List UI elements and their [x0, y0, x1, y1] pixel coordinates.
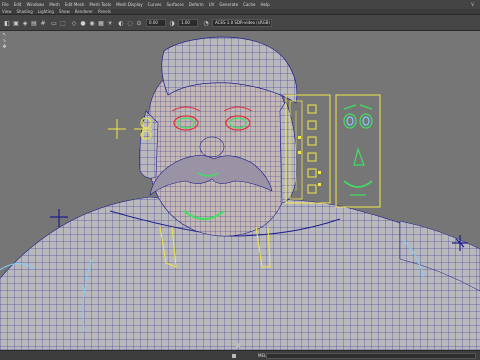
viewport-scene	[0, 36, 480, 350]
isolate-select-icon[interactable]: ⊙	[135, 18, 143, 28]
bookmark-icon[interactable]: ◈	[21, 18, 29, 28]
main-menubar: File Edit Windows Mesh Edit Mesh Mesh To…	[0, 0, 480, 9]
menu-deform[interactable]: Deform	[189, 2, 204, 7]
viewport-toolbar: ◧ ▣ ◈ ▤ # ▭ ⬚ ◇ ● ◉ ▦ ☀ ◐ ◌ ⊙ 0.00 ◑ 1.0…	[0, 15, 480, 31]
3d-viewport[interactable]	[0, 31, 480, 350]
picker-nose	[353, 146, 365, 166]
picker-eye-rings	[343, 113, 373, 129]
smooth-shade-icon[interactable]: ●	[79, 18, 87, 28]
menu-mesh[interactable]: Mesh	[49, 2, 60, 7]
menu-uv[interactable]: UV	[209, 2, 215, 7]
panel-menu-lighting[interactable]: Lighting	[38, 9, 54, 14]
menu-help[interactable]: Help	[261, 2, 270, 7]
menu-edit[interactable]: Edit	[14, 2, 22, 7]
character-ear-flap-left	[139, 110, 159, 179]
window-letter: V	[471, 2, 474, 7]
picker-brow-left	[343, 104, 357, 110]
script-editor-icon[interactable]	[232, 354, 236, 358]
camera-select-icon[interactable]: ◧	[3, 18, 11, 28]
gamma-field[interactable]: 1.00	[178, 19, 198, 27]
camera-attributes-icon[interactable]: ▣	[12, 18, 20, 28]
wireframe-on-shaded-icon[interactable]: ◉	[88, 18, 96, 28]
panel-menu-renderer[interactable]: Renderer	[75, 9, 93, 14]
menu-file[interactable]: File	[2, 2, 9, 7]
panel-menu-view[interactable]: View	[2, 9, 12, 14]
picker-mouth	[343, 180, 373, 188]
command-line: MEL	[0, 350, 480, 360]
menu-surfaces[interactable]: Surfaces	[167, 2, 184, 7]
panel-menu-show[interactable]: Show	[59, 9, 70, 14]
menu-mesh-tools[interactable]: Mesh Tools	[89, 2, 111, 7]
exposure-field[interactable]: 0.00	[146, 19, 166, 27]
menu-mesh-display[interactable]: Mesh Display	[116, 2, 143, 7]
menu-generate[interactable]: Generate	[219, 2, 238, 7]
move-tool-icon[interactable]: ✥	[2, 45, 7, 50]
resolution-gate-icon[interactable]: ⬚	[59, 18, 67, 28]
textured-icon[interactable]: ▦	[97, 18, 105, 28]
lights-icon[interactable]: ☀	[106, 18, 114, 28]
gamma-icon[interactable]: ◑	[168, 18, 176, 28]
panel-menu-shading[interactable]: Shading	[17, 9, 33, 14]
character-nose	[199, 136, 225, 158]
command-input[interactable]	[266, 353, 476, 359]
picker-brow-right	[359, 104, 373, 110]
viewport-bottom-marker	[236, 343, 240, 347]
mel-label[interactable]: MEL	[258, 353, 266, 358]
menu-curves[interactable]: Curves	[148, 2, 162, 7]
panel-menu-panels[interactable]: Panels	[98, 9, 111, 14]
image-plane-icon[interactable]: ▤	[30, 18, 38, 28]
color-management-icon[interactable]: ◔	[202, 18, 210, 28]
grid-icon[interactable]: #	[39, 18, 47, 28]
menu-cache[interactable]: Cache	[243, 2, 255, 7]
character-ear-flap-right	[279, 100, 298, 204]
film-gate-icon[interactable]: ▭	[50, 18, 58, 28]
shadows-icon[interactable]: ◐	[117, 18, 125, 28]
wireframe-icon[interactable]: ◇	[70, 18, 78, 28]
menu-windows[interactable]: Windows	[26, 2, 44, 7]
tool-strip: ↖ ∿ ✥	[0, 31, 9, 71]
menu-edit-mesh[interactable]: Edit Mesh	[65, 2, 85, 7]
view-transform-field[interactable]: ACES 1.0 SDR-video (sRGB)	[212, 19, 272, 27]
xray-icon[interactable]: ◌	[126, 18, 134, 28]
